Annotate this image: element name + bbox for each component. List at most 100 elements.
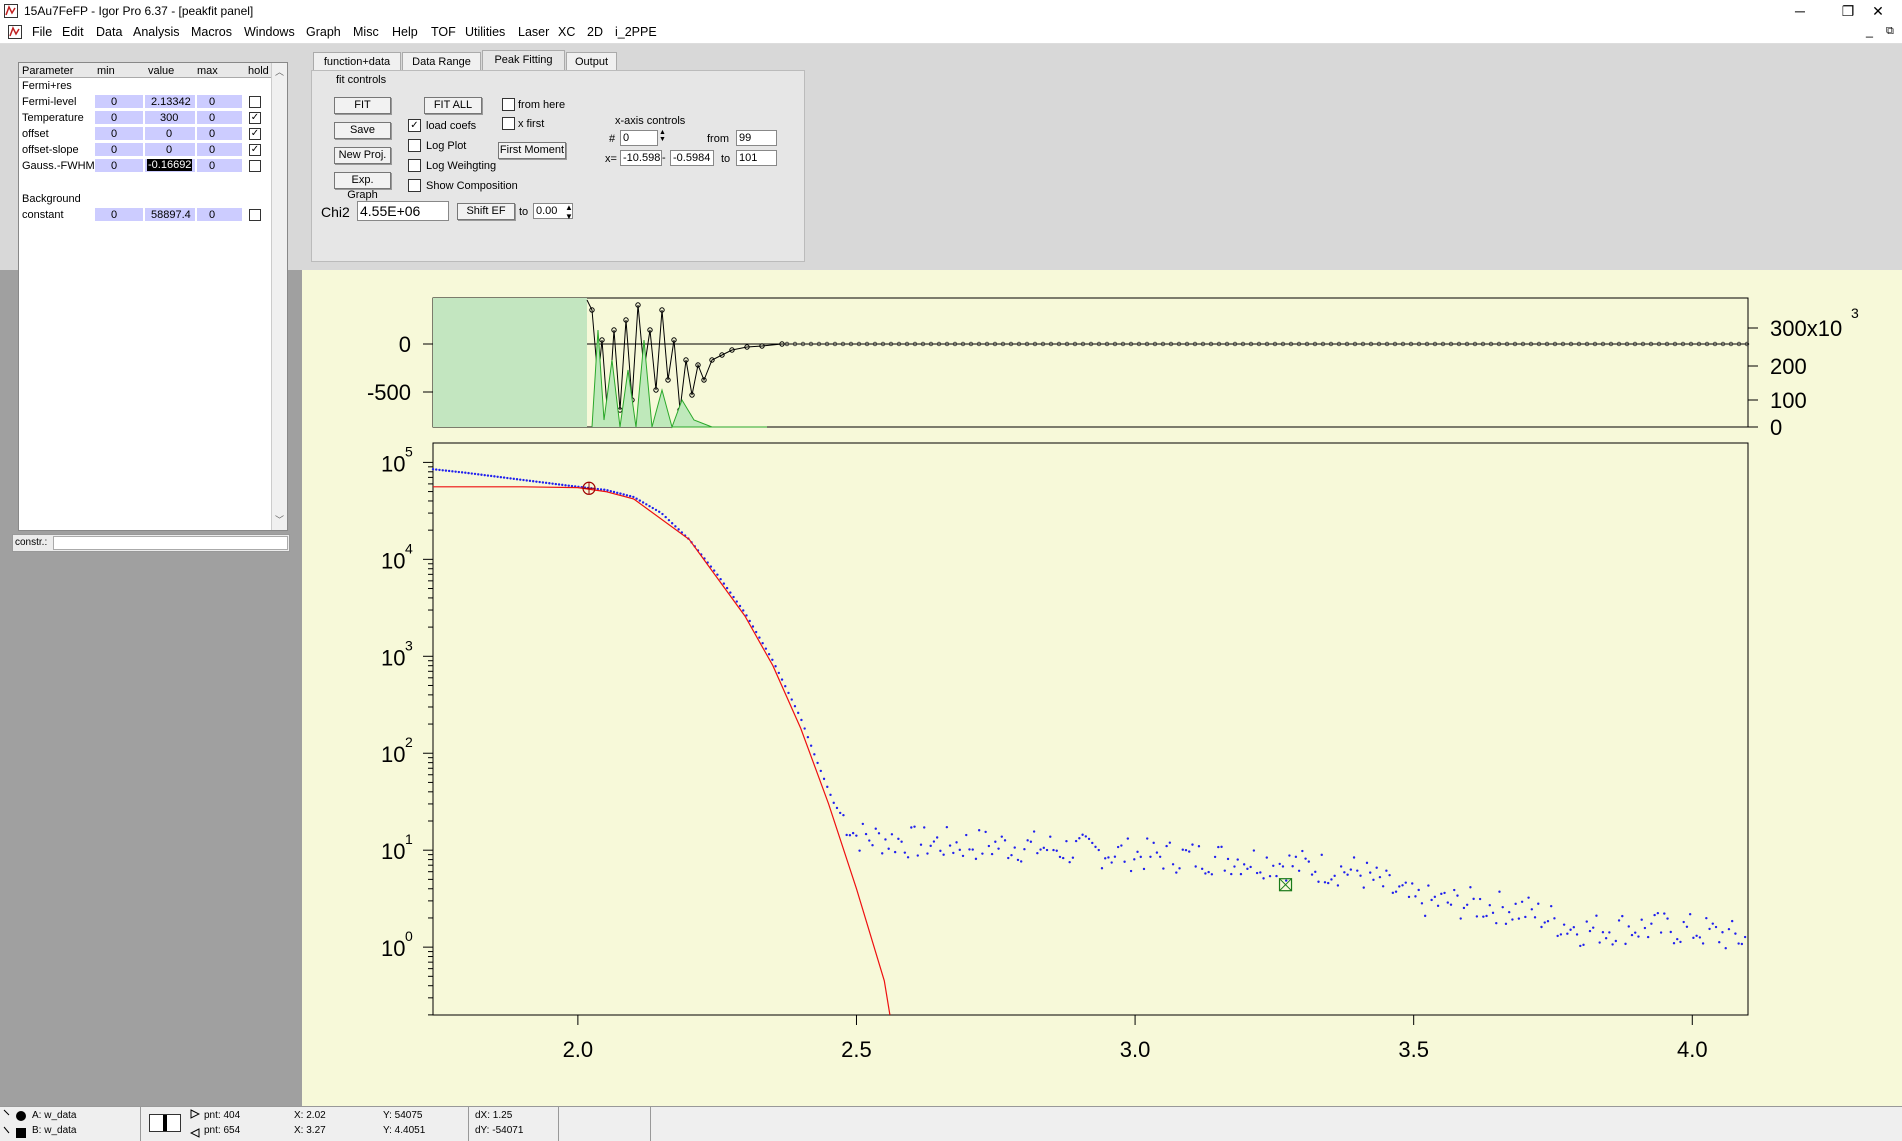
load-coefs-checkbox[interactable]: ✓ [408, 119, 421, 132]
hold-checkbox[interactable] [249, 209, 261, 221]
hold-checkbox[interactable]: ✓ [249, 144, 261, 156]
doc-minimize-button[interactable]: _ [1866, 24, 1873, 38]
chi2-field[interactable]: 4.55E+06 [357, 201, 449, 221]
scroll-down-icon[interactable]: ﹀ [275, 513, 284, 526]
menu-laser[interactable]: Laser [518, 25, 549, 39]
max-cell[interactable]: 0 [197, 159, 242, 172]
hold-checkbox[interactable]: ✓ [249, 112, 261, 124]
min-cell[interactable]: 0 [95, 159, 143, 172]
tab-function-data[interactable]: function+data [313, 52, 401, 71]
data-point [1233, 865, 1236, 868]
menu-file[interactable]: File [32, 25, 52, 39]
data-point [1297, 869, 1301, 873]
menu-windows[interactable]: Windows [244, 25, 295, 39]
value-cell[interactable]: 58897.4 [145, 208, 195, 221]
show-composition-checkbox[interactable] [408, 179, 421, 192]
hash-field[interactable]: 0 [620, 130, 658, 146]
data-point [1714, 925, 1718, 929]
close-button[interactable]: ✕ [1856, 0, 1900, 22]
menu-graph[interactable]: Graph [306, 25, 341, 39]
tab-data-range[interactable]: Data Range [402, 52, 481, 71]
to-stepper-icon[interactable]: ▲ ▼ [565, 203, 573, 221]
menu-help[interactable]: Help [392, 25, 418, 39]
fit-all-button[interactable]: FIT ALL [424, 97, 482, 114]
data-point [1178, 867, 1181, 870]
data-point [1575, 933, 1579, 936]
data-point [1695, 934, 1698, 937]
min-cell[interactable]: 0 [95, 95, 143, 108]
min-cell[interactable]: 0 [95, 208, 143, 221]
minimize-button[interactable]: ─ [1778, 0, 1822, 22]
shift-ef-button[interactable]: Shift EF [457, 203, 515, 220]
max-cell[interactable]: 0 [197, 95, 242, 108]
exp-graph-button[interactable]: Exp. Graph [334, 172, 391, 201]
new-proj-button[interactable]: New Proj. [334, 147, 391, 164]
cursor-a-x: X: 2.02 [294, 1110, 326, 1121]
table-scrollbar[interactable]: ︿ ﹀ [271, 63, 287, 530]
value-cell-selected[interactable]: -0.16692 [145, 159, 195, 172]
graph-canvas[interactable]: 0-5000100200300x1032.0 2.5 3.0 3.5 4.010 510 4… [302, 270, 1902, 1106]
save-button[interactable]: Save [334, 122, 391, 139]
first-moment-button[interactable]: First Moment [498, 142, 566, 159]
data-point [661, 512, 664, 516]
from-here-checkbox[interactable] [502, 98, 515, 111]
value-cell[interactable]: 0 [145, 127, 195, 140]
menu-utilities[interactable]: Utilities [465, 25, 505, 39]
data-point [1614, 939, 1618, 943]
x-to-field[interactable]: 101 [736, 150, 777, 166]
value-cell[interactable]: 0 [145, 143, 195, 156]
min-cell[interactable]: 0 [95, 143, 143, 156]
max-cell[interactable]: 0 [197, 111, 242, 124]
data-point [1359, 874, 1362, 877]
data-point [1740, 942, 1744, 946]
max-cell[interactable]: 0 [197, 127, 242, 140]
x-min-field[interactable]: -10.598 [620, 150, 662, 166]
value-cell[interactable]: 2.13342 [145, 95, 195, 108]
value-cell[interactable]: 300 [145, 111, 195, 124]
min-cell[interactable]: 0 [95, 127, 143, 140]
hold-checkbox[interactable] [249, 160, 261, 172]
hold-checkbox[interactable] [249, 96, 261, 108]
menu-2d[interactable]: 2D [587, 25, 603, 39]
menu-i2ppe[interactable]: i_2PPE [615, 25, 657, 39]
slider-thumb[interactable] [163, 1115, 167, 1131]
cursor-arrow-icons[interactable] [190, 1109, 200, 1139]
data-point [677, 528, 680, 531]
data-point [525, 479, 528, 482]
doc-restore-button[interactable]: ⧉ [1886, 25, 1894, 38]
x-first-checkbox[interactable] [502, 117, 515, 130]
data-point [654, 508, 658, 512]
fit-button[interactable]: FIT [334, 97, 391, 114]
hold-checkbox[interactable]: ✓ [249, 128, 261, 140]
scroll-up-icon[interactable]: ︿ [275, 65, 284, 78]
menu-misc[interactable]: Misc [353, 25, 379, 39]
data-point [1449, 903, 1453, 906]
graph-window[interactable]: 0 -500 0 100 200 300x10 3 2.0 2.5 3.0 3.5 4.0 10 5 10 4… [302, 270, 1902, 1106]
min-cell[interactable]: 0 [95, 111, 143, 124]
data-point [1301, 849, 1304, 853]
max-cell[interactable]: 0 [197, 143, 242, 156]
data-point [454, 470, 457, 473]
hash-stepper-icon[interactable]: ▲ ▼ [659, 129, 666, 143]
menu-xc[interactable]: XC [558, 25, 575, 39]
data-point [1388, 873, 1391, 877]
constr-input[interactable] [53, 536, 288, 550]
menu-data[interactable]: Data [96, 25, 122, 39]
log-weighting-checkbox[interactable] [408, 159, 421, 172]
parameter-table[interactable]: Parameter min value max hold Fermi+res F… [18, 62, 288, 531]
data-point [1330, 878, 1333, 881]
menu-tof[interactable]: TOF [431, 25, 456, 39]
data-point [438, 468, 441, 472]
menu-macros[interactable]: Macros [191, 25, 232, 39]
from-field[interactable]: 99 [736, 130, 777, 146]
tab-peak-fitting[interactable]: Peak Fitting [482, 50, 565, 71]
menu-analysis[interactable]: Analysis [133, 25, 180, 39]
menu-edit[interactable]: Edit [62, 25, 84, 39]
tab-output[interactable]: Output [566, 52, 617, 71]
cursor-slider[interactable] [149, 1114, 181, 1132]
max-cell[interactable]: 0 [197, 208, 242, 221]
data-point [1104, 857, 1107, 860]
x-max-field[interactable]: -0.5984 [670, 150, 714, 166]
log-plot-checkbox[interactable] [408, 139, 421, 152]
doc-icon[interactable] [8, 25, 22, 39]
